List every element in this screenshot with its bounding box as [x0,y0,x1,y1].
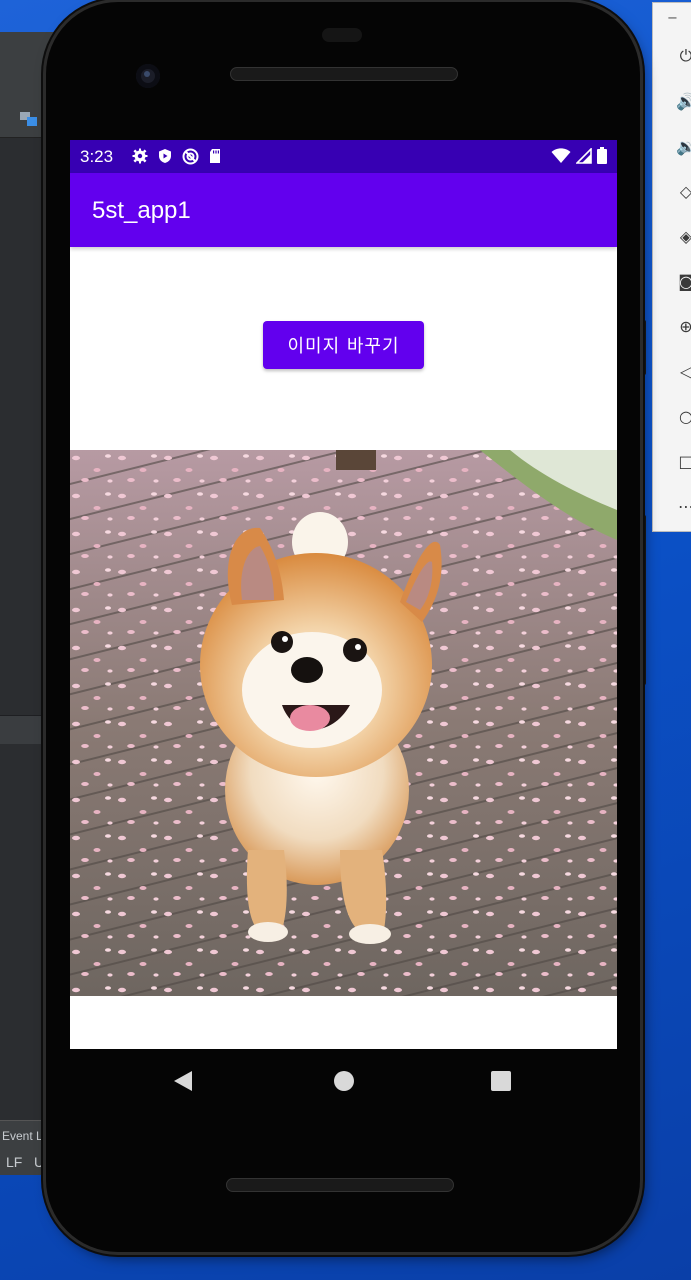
bottom-speaker [226,1178,454,1192]
minimize-button[interactable]: − [667,11,678,26]
at-icon [182,148,199,165]
shield-icon [159,149,171,163]
rotate-right-icon[interactable]: ◈ [675,225,691,247]
sdcard-icon [210,149,220,163]
settings-icon [132,148,148,164]
system-navigation-bar [70,1049,617,1113]
dog-image [70,450,617,996]
app-title: 5st_app1 [92,197,191,224]
home-icon[interactable]: ○ [675,405,691,427]
line-ending-indicator[interactable]: LF [6,1154,22,1170]
proximity-sensor [322,28,362,42]
power-icon[interactable]: ⏻ [675,45,691,67]
back-icon[interactable]: ◁ [675,360,691,382]
nav-recents-icon[interactable] [491,1071,511,1091]
nav-home-icon[interactable] [334,1071,354,1091]
nav-back-icon[interactable] [174,1071,192,1091]
front-camera-icon [136,64,160,88]
project-structure-icon[interactable] [20,110,40,128]
camera-icon[interactable]: ◙ [675,270,691,292]
volume-down-icon[interactable]: 🔉 [675,135,691,157]
change-image-button[interactable]: 이미지 바꾸기 [263,321,424,369]
device-screen: 3:23 5st_app1 이미지 바꾸기 [70,140,617,1049]
encoding-indicator[interactable]: U [34,1154,44,1170]
status-bar: 3:23 [70,140,617,173]
status-time: 3:23 [80,147,114,166]
overview-icon[interactable]: □ [675,450,691,472]
signal-icon [576,147,592,164]
earpiece-speaker [230,67,458,81]
zoom-icon[interactable]: ⊕ [675,315,691,337]
more-icon[interactable]: ⋯ [675,495,691,517]
battery-icon [597,147,607,164]
rotate-left-icon[interactable]: ◇ [675,180,691,202]
event-log-tab[interactable]: Event L [2,1129,43,1143]
wifi-icon [551,147,571,163]
emulator-control-panel: − ⏻ 🔊 🔉 ◇ ◈ ◙ ⊕ ◁ ○ □ ⋯ [652,2,691,532]
app-bar: 5st_app1 [70,173,617,247]
volume-up-icon[interactable]: 🔊 [675,90,691,112]
